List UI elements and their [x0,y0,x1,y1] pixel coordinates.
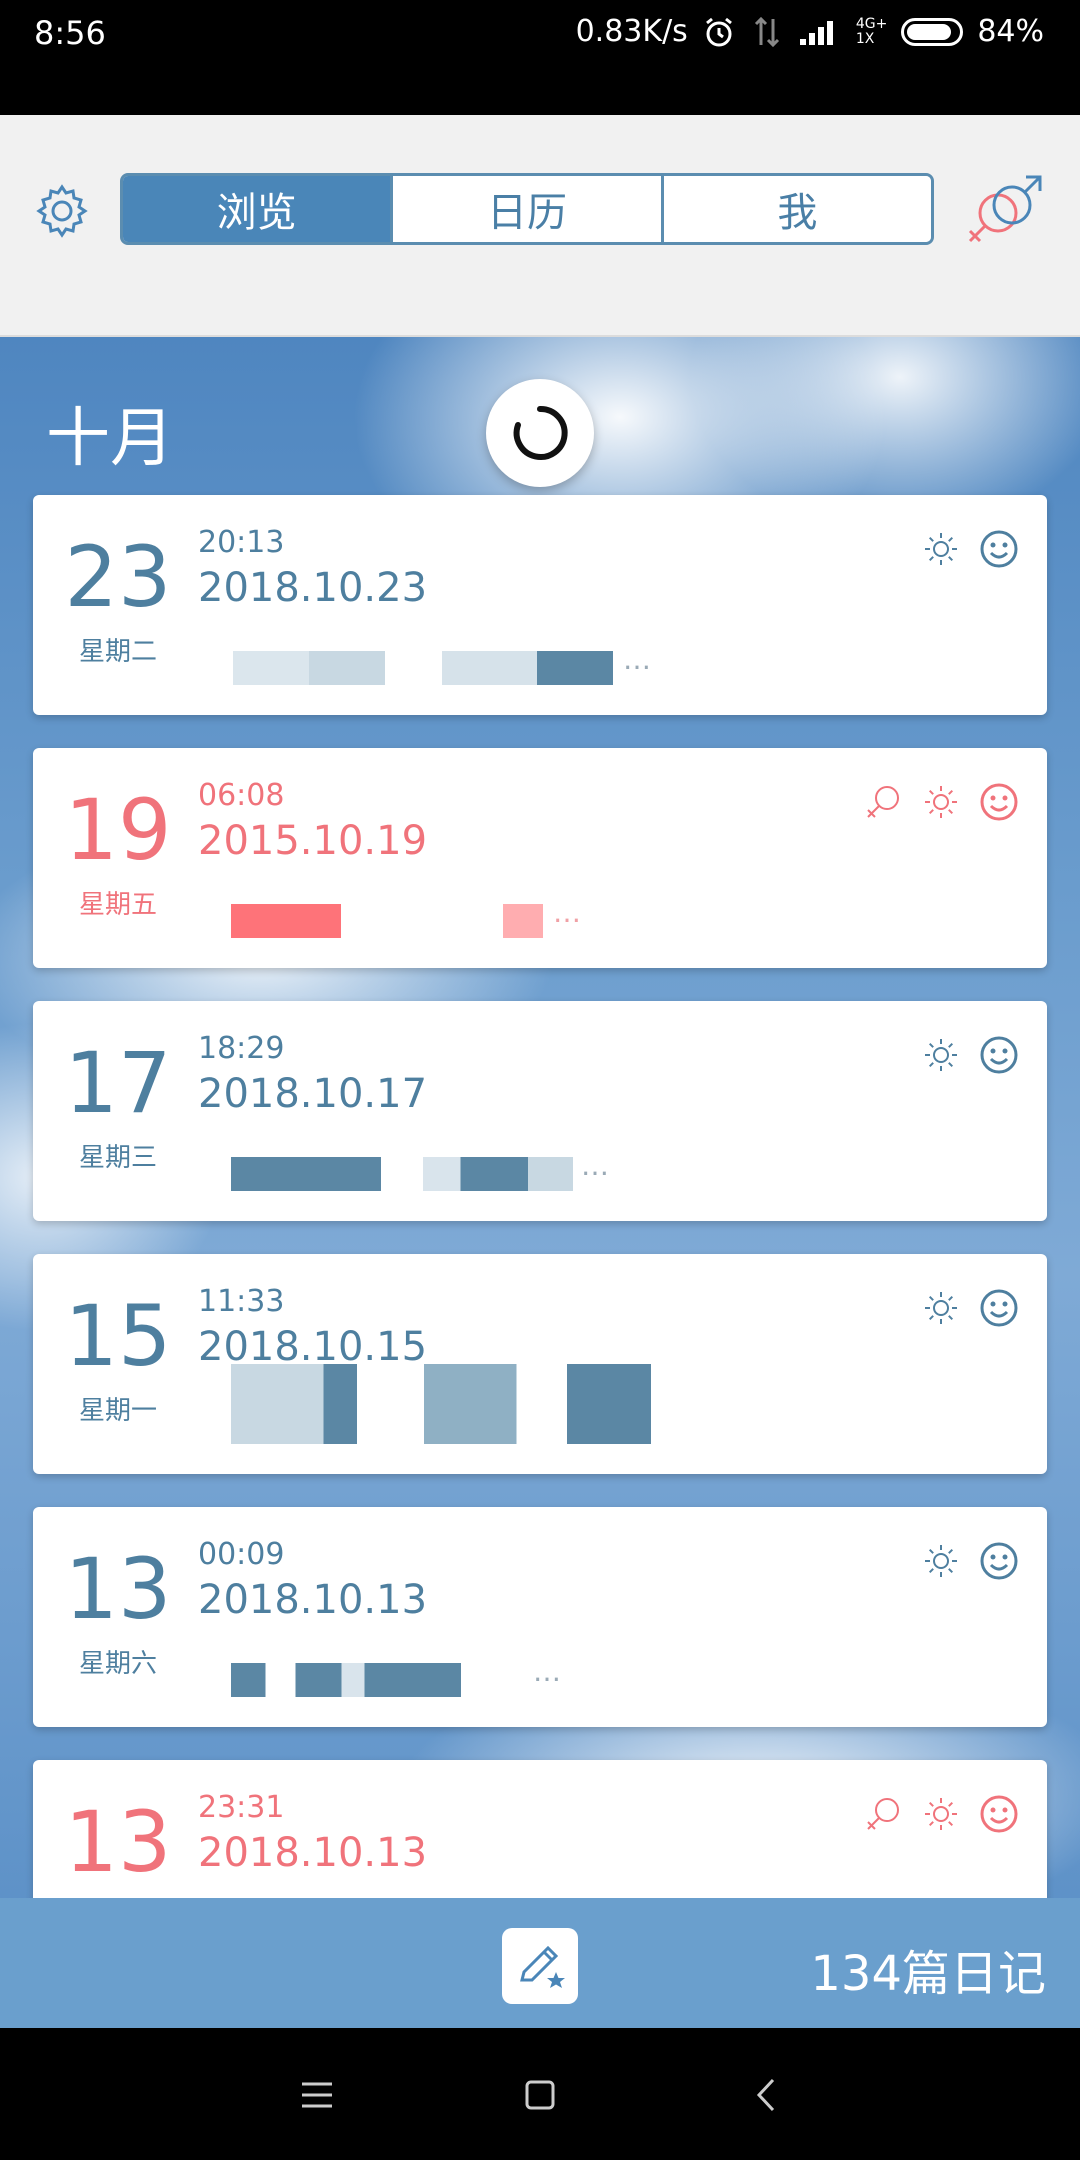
status-bar: 8:56 0.83K/s 4G+ 1X 84% [0,0,1080,115]
redacted-preview [231,1364,651,1444]
sun-icon [925,786,957,818]
tab-browse[interactable]: 浏览 [123,176,391,242]
diary-list[interactable]: 十月 23 星期二 20:13 2018.10.23 … 19 星期五 06:0… [0,337,1080,1899]
status-right: 0.83K/s 4G+ 1X 84% [576,14,1044,49]
system-nav-bar [0,2028,1080,2160]
entry-icons [863,782,1019,822]
diary-entry-card[interactable]: 23 星期二 20:13 2018.10.23 … [33,495,1047,715]
smiley-icon [980,1036,1018,1074]
entry-time: 11:33 [198,1284,285,1319]
entry-weekday: 星期二 [78,637,157,667]
smiley-icon [980,1289,1018,1327]
diary-entry-card[interactable]: 19 星期五 06:08 2015.10.19 … [33,748,1047,968]
entry-weekday: 星期六 [78,1649,157,1679]
redacted-preview [231,904,341,938]
entry-weekday: 星期五 [78,890,157,920]
back-icon[interactable] [743,2070,793,2120]
entry-day: 13 [64,1540,172,1638]
entry-date: 2015.10.19 [198,818,428,864]
gear-icon[interactable] [32,181,92,241]
sun-icon [925,1798,957,1830]
entry-weekday: 星期三 [78,1143,157,1173]
entry-day: 13 [64,1793,172,1891]
smiley-icon [980,1542,1018,1580]
signal-icon [799,20,833,45]
redacted-preview [503,904,543,938]
diary-entry-card[interactable]: 13 星期六 00:09 2018.10.13 … [33,1507,1047,1727]
status-time: 8:56 [34,14,106,52]
entry-time: 20:13 [198,525,285,560]
entry-icons [921,1288,1019,1328]
entry-icons [921,1541,1019,1581]
gender-icon[interactable] [962,173,1046,249]
tab-me[interactable]: 我 [660,176,931,242]
smiley-icon [980,783,1018,821]
alarm-icon [705,17,732,46]
entry-weekday: 星期一 [78,1396,157,1426]
female-icon [867,1798,899,1830]
diary-entry-card[interactable]: 17 星期三 18:29 2018.10.17 … [33,1001,1047,1221]
redacted-preview [423,1157,573,1191]
entry-day: 19 [64,781,172,879]
entry-date: 2018.10.23 [198,565,428,611]
entry-time: 06:08 [198,778,285,813]
battery-percent: 84% [977,14,1044,49]
network-type: 4G+ 1X [855,15,888,47]
smiley-icon [980,530,1018,568]
female-icon [867,786,899,818]
entry-date: 2018.10.13 [198,1577,428,1623]
entry-preview: … [623,643,653,676]
diary-entry-card[interactable]: 13 23:31 2018.10.13 [33,1760,1047,1899]
sim-label: 1X [855,30,875,47]
redacted-preview [233,651,613,685]
diary-count: 134篇日记 [810,1946,1046,2002]
entry-icons [921,1035,1019,1075]
tab-calendar[interactable]: 日历 [390,176,661,242]
entry-preview: … [581,1149,611,1182]
write-pencil-icon [520,1945,565,1988]
diary-entry-card[interactable]: 15 星期一 11:33 2018.10.15 [33,1254,1047,1474]
entry-icons [921,529,1019,569]
refresh-indicator [486,379,594,487]
sun-icon [925,1292,957,1324]
net-speed: 0.83K/s [575,14,688,49]
network-label: 4G+ [855,15,888,32]
loading-spinner-icon [513,405,568,460]
bottom-bar: 134篇日记 [0,1898,1080,2028]
entry-time: 18:29 [198,1031,285,1066]
sun-icon [925,1039,957,1071]
smiley-icon [980,1795,1018,1833]
entry-day: 17 [64,1034,172,1132]
menu-icon[interactable] [292,2070,342,2120]
redacted-preview [231,1157,381,1191]
entry-preview: … [553,896,583,929]
redacted-preview [231,1663,461,1697]
battery-icon [901,17,964,46]
entry-date: 2018.10.13 [198,1830,428,1876]
entry-date: 2018.10.17 [198,1071,428,1117]
entry-day: 15 [64,1287,172,1385]
view-tabs: 浏览 日历 我 [120,173,934,245]
entry-time: 00:09 [198,1537,285,1572]
entry-time: 23:31 [198,1790,285,1825]
entry-preview: … [533,1655,563,1688]
write-diary-button[interactable] [502,1928,578,2004]
sun-icon [925,1545,957,1577]
sun-icon [925,533,957,565]
app-header: 浏览 日历 我 [0,115,1080,337]
month-title: 十月 [46,402,174,476]
entry-day: 23 [64,528,172,626]
entry-icons [863,1794,1019,1834]
data-transfer-icon [754,16,779,47]
home-icon[interactable] [515,2070,565,2120]
